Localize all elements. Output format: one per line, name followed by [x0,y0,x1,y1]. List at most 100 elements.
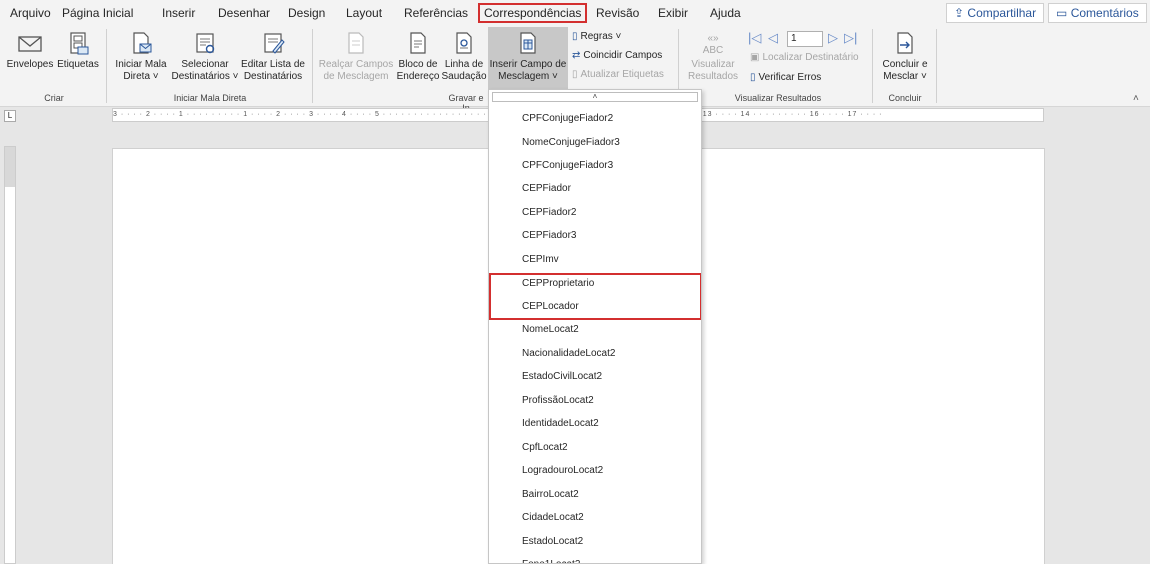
merge-field-item[interactable]: CPFConjugeFiador3 [522,155,613,177]
match-fields-button[interactable]: ⇄ Coincidir Campos [572,49,662,63]
update-labels-icon: ▯ [572,69,578,80]
tab-correspondencias[interactable]: Correspondências [478,3,588,23]
find-recipient-button[interactable]: ▣ Localizar Destinatário [750,51,859,65]
share-icon: ⇪ [954,6,965,20]
merge-field-item[interactable]: NacionalidadeLocat2 [522,343,615,365]
highlight-merge-fields-button[interactable]: Realçar Campos de Mesclagem [318,31,394,83]
tab-inserir[interactable]: Inserir [158,3,199,23]
merge-field-item[interactable]: NomeConjugeFiador3 [522,132,620,154]
preview-results-button[interactable]: «» ABC Visualizar Resultados [684,31,742,83]
check-errors-icon: ▯ [750,72,756,83]
check-errors-button[interactable]: ▯ Verificar Erros [750,71,821,85]
merge-field-item[interactable]: BairroLocat2 [522,484,579,506]
rules-button[interactable]: ▯ Regras ˅ [572,30,621,44]
next-record-icon[interactable]: ▷ [828,30,838,46]
edit-recipient-list-button[interactable]: Editar Lista de Destinatários [240,31,306,83]
address-block-icon [410,32,426,54]
group-separator [312,29,313,103]
merge-field-item[interactable]: EstadoCivilLocat2 [522,366,602,388]
merge-field-item[interactable]: LogradouroLocat2 [522,460,603,482]
group-separator [106,29,107,103]
merge-field-item[interactable]: CidadeLocat2 [522,507,584,529]
highlight-annotation-box [489,273,701,320]
merge-field-item[interactable]: CEPFiador [522,178,571,200]
group-separator [872,29,873,103]
insert-field-icon [520,32,536,54]
insert-field-label-2: Mesclagem ˅ [498,71,558,82]
rules-icon: ▯ [572,31,578,42]
tab-exibir[interactable]: Exibir [654,3,692,23]
select-recipients-label-2: Destinatários ˅ [171,71,239,82]
merge-field-item[interactable]: CEPImv [522,249,559,271]
update-labels-label: Atualizar Etiquetas [580,69,664,80]
greeting-line-label-1: Linha de [444,59,484,70]
tab-selector[interactable]: L [4,110,16,122]
start-mail-merge-button[interactable]: Iniciar Mala Direta ˅ [112,31,170,83]
menu-bar: Arquivo Página Inicial Inserir Desenhar … [0,0,1150,25]
edit-list-label-1: Editar Lista de [241,59,305,70]
comments-button[interactable]: ▭ Comentários [1048,3,1147,23]
merge-field-item[interactable]: CPFConjugeFiador2 [522,108,613,130]
finish-merge-icon [897,32,913,54]
share-button[interactable]: ⇪ Compartilhar [946,3,1045,23]
merge-field-item[interactable]: EstadoLocat2 [522,531,583,553]
merge-field-item[interactable]: IdentidadeLocat2 [522,413,599,435]
tab-referencias[interactable]: Referências [400,3,472,23]
group-label-create: Criar [44,93,64,103]
rules-label: Regras ˅ [580,31,622,42]
highlight-fields-label-2: de Mesclagem [323,71,389,82]
envelopes-button[interactable]: Envelopes [6,31,54,71]
envelopes-label: Envelopes [6,59,54,70]
check-errors-label: Verificar Erros [758,72,822,83]
scroll-up-button[interactable]: ˄ [492,92,698,102]
group-label-finish: Concluir [888,93,922,103]
comments-label: Comentários [1070,6,1139,20]
abc-preview-icon-bottom: ABC [702,45,724,56]
merge-field-item[interactable]: ProfissãoLocat2 [522,390,594,412]
group-label-preview: Visualizar Resultados [734,93,822,103]
tab-layout[interactable]: Layout [342,3,386,23]
comment-icon: ▭ [1056,6,1068,20]
merge-field-item[interactable]: NomeLocat2 [522,319,579,341]
merge-field-item[interactable]: CEPFiador3 [522,225,576,247]
tab-arquivo[interactable]: Arquivo [6,3,55,23]
preview-label-1: Visualizar [691,59,735,70]
tab-design[interactable]: Design [284,3,329,23]
finish-label-2: Mesclar ˅ [883,71,927,82]
select-recipients-label-1: Selecionar [181,59,229,70]
previous-record-icon[interactable]: ◁ [768,30,778,46]
abc-preview-icon-top: «» [707,33,719,44]
vertical-ruler-margin [5,147,15,187]
record-number-input[interactable]: 1 [787,31,823,47]
abc-preview-icon: «» ABC [684,31,742,59]
address-block-label-2: Endereço [396,71,440,82]
last-record-icon[interactable]: ▷| [844,30,857,46]
finish-merge-button[interactable]: Concluir e Mesclar ˅ [878,31,932,83]
group-separator [936,29,937,103]
tab-revisao[interactable]: Revisão [592,3,643,23]
greeting-line-icon [456,32,472,54]
tab-pagina-inicial[interactable]: Página Inicial [58,3,137,23]
highlight-fields-label-1: Realçar Campos [318,59,394,70]
start-merge-label-1: Iniciar Mala [115,59,167,70]
address-block-button[interactable]: Bloco de Endereço [396,31,440,83]
envelope-icon [18,36,42,52]
vertical-ruler[interactable] [4,146,16,564]
match-fields-label: Coincidir Campos [583,50,663,61]
edit-list-label-2: Destinatários [243,71,303,82]
collapse-ribbon-icon[interactable]: ˄ [1133,93,1139,104]
find-recipient-icon: ▣ [750,52,760,63]
preview-label-2: Resultados [687,71,739,82]
merge-field-item[interactable]: CEPFiador2 [522,202,576,224]
select-recipients-button[interactable]: Selecionar Destinatários ˅ [170,31,240,83]
labels-button[interactable]: Etiquetas [56,31,100,71]
tab-desenhar[interactable]: Desenhar [214,3,274,23]
first-record-icon[interactable]: |◁ [748,30,761,46]
insert-merge-field-button[interactable]: Inserir Campo de Mesclagem ˅ [488,27,568,89]
merge-field-item[interactable]: CpfLocat2 [522,437,568,459]
merge-field-dropdown: ˄ CPFConjugeFiador2 NomeConjugeFiador3 C… [488,89,702,564]
merge-field-item[interactable]: Fone1Locat2 [522,554,580,563]
greeting-line-button[interactable]: Linha de Saudação [440,31,488,83]
tab-ajuda[interactable]: Ajuda [706,3,745,23]
update-labels-button[interactable]: ▯ Atualizar Etiquetas [572,68,664,82]
